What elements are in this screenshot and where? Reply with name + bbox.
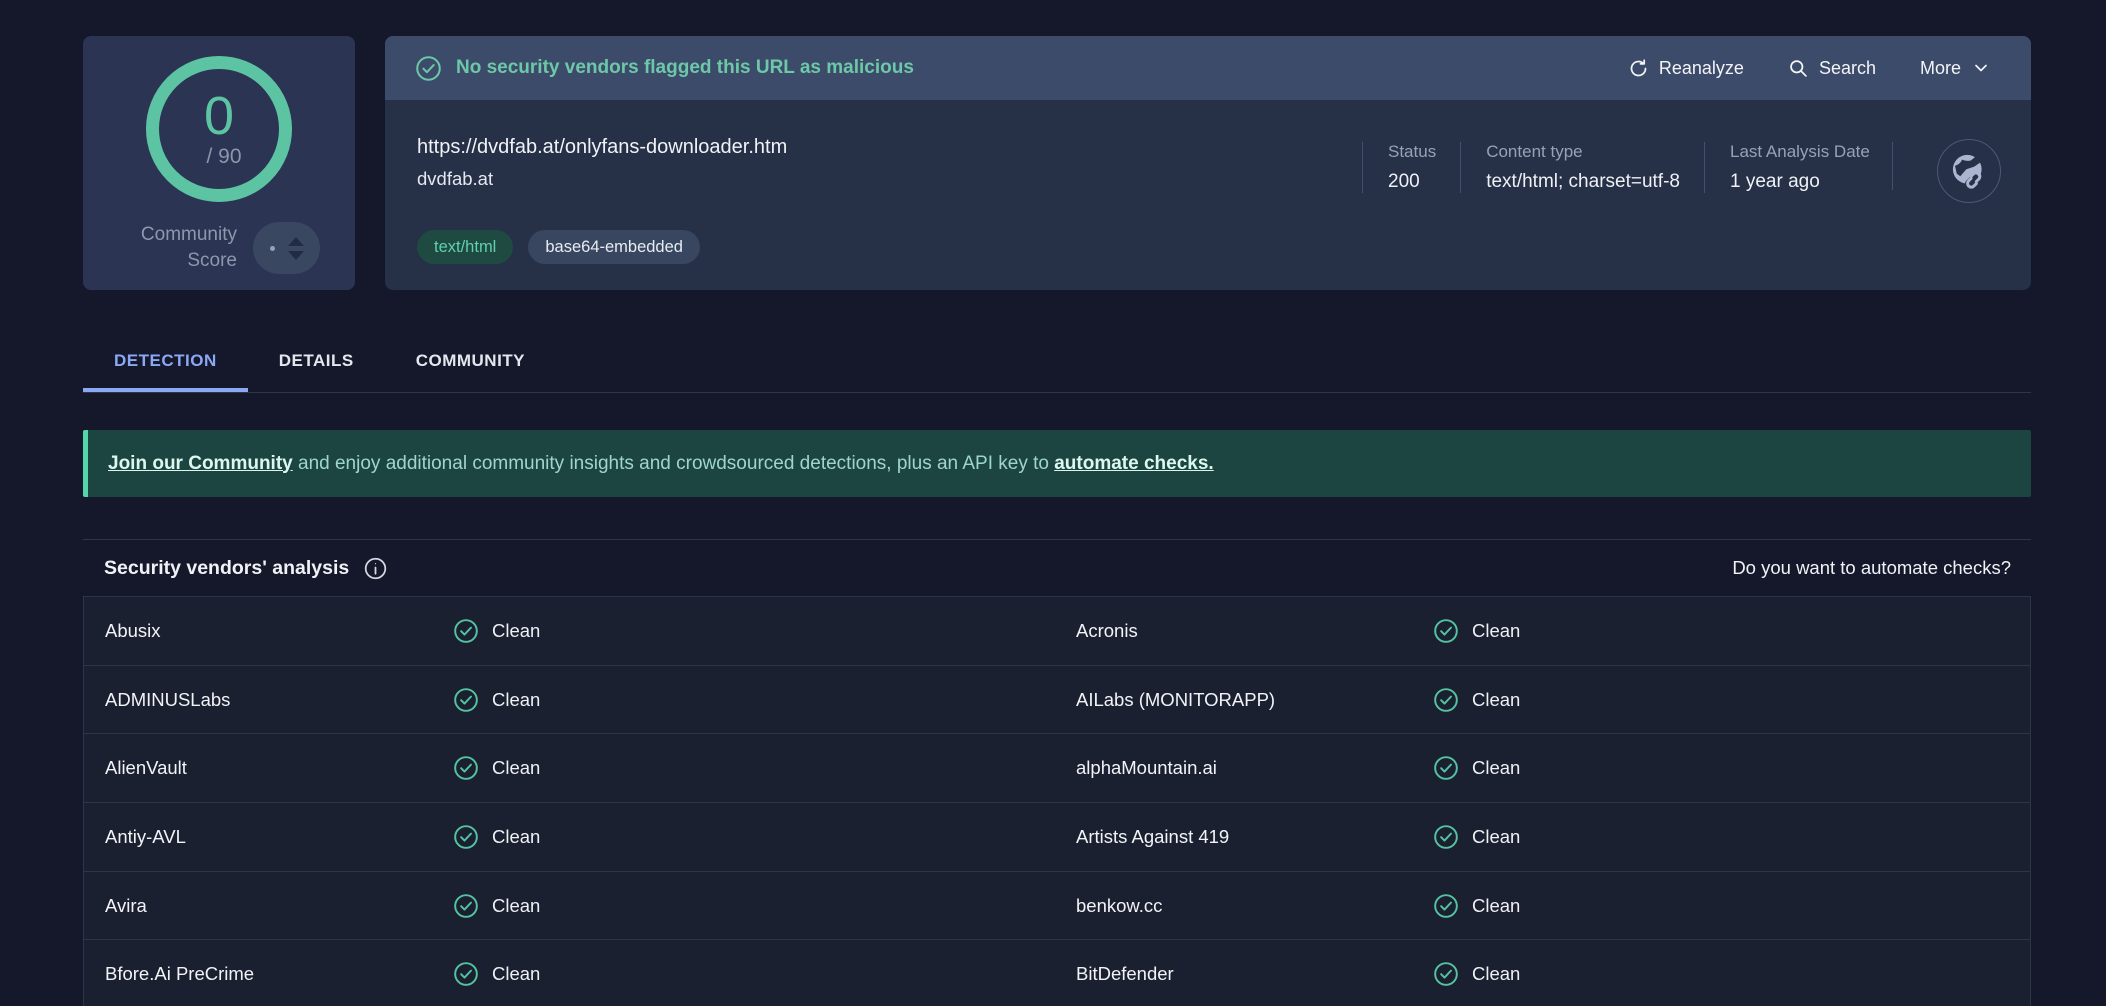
community-score-label: Community Score <box>141 222 237 273</box>
vendor-verdict: Clean <box>453 755 1076 781</box>
community-banner-text: and enjoy additional community insights … <box>293 453 1055 474</box>
table-row: Avira Clean benkow.cc Clean <box>84 872 2030 941</box>
table-row: ADMINUSLabs Clean AILabs (MONITORAPP) Cl… <box>84 666 2030 735</box>
vendor-verdict: Clean <box>1433 687 2030 713</box>
community-vote-widget[interactable] <box>253 222 320 274</box>
vendor-verdict: Clean <box>1433 961 2030 987</box>
clean-check-icon <box>1433 687 1459 713</box>
chevron-down-icon <box>1971 58 1991 78</box>
clean-check-icon <box>453 755 479 781</box>
clean-check-icon <box>1433 893 1459 919</box>
clean-check-icon <box>1433 824 1459 850</box>
vendor-name: AlienVault <box>105 757 453 779</box>
vendor-verdict: Clean <box>1433 824 2030 850</box>
vendor-name: alphaMountain.ai <box>1076 757 1433 779</box>
vendor-name: ADMINUSLabs <box>105 689 453 711</box>
vendors-table: Abusix Clean Acronis Clean ADMINUSLabs <box>83 596 2031 1006</box>
detections-count: 0 <box>204 89 234 143</box>
reload-icon <box>1628 58 1649 79</box>
vendor-name: Abusix <box>105 620 453 642</box>
search-icon <box>1788 58 1809 79</box>
tag-filetype[interactable]: text/html <box>417 230 513 264</box>
vendor-verdict: Clean <box>1433 893 2030 919</box>
clean-check-icon <box>1433 618 1459 644</box>
reanalyze-button[interactable]: Reanalyze <box>1628 58 1744 79</box>
vendor-name: Avira <box>105 895 453 917</box>
community-score-card: 0 / 90 Community Score <box>83 36 355 290</box>
clean-check-icon <box>453 824 479 850</box>
info-icon[interactable] <box>363 556 388 581</box>
globe-link-icon <box>1948 150 1990 192</box>
url-report-card: No security vendors flagged this URL as … <box>385 36 2031 290</box>
vendor-name: BitDefender <box>1076 963 1433 985</box>
join-community-banner: Join our Community and enjoy additional … <box>83 430 2031 497</box>
vote-dot-icon <box>270 246 275 251</box>
status-field: Status 200 <box>1362 142 1436 193</box>
vendor-name: Antiy-AVL <box>105 826 453 848</box>
content-type-field: Content type text/html; charset=utf-8 <box>1460 142 1680 193</box>
vendor-name: Artists Against 419 <box>1076 826 1433 848</box>
vendor-name: benkow.cc <box>1076 895 1433 917</box>
clean-check-icon <box>453 687 479 713</box>
http-info-block: Status 200 Content type text/html; chars… <box>1362 142 1893 193</box>
table-row: Antiy-AVL Clean Artists Against 419 Clea… <box>84 803 2030 872</box>
table-row: AlienVault Clean alphaMountain.ai Clean <box>84 734 2030 803</box>
automate-checks-link[interactable]: automate checks. <box>1054 453 1213 474</box>
vendor-name: AILabs (MONITORAPP) <box>1076 689 1433 711</box>
join-community-link[interactable]: Join our Community <box>108 453 293 474</box>
report-tabs: DETECTION DETAILS COMMUNITY <box>83 333 2031 393</box>
vendor-name: Acronis <box>1076 620 1433 642</box>
tag-base64-embedded[interactable]: base64-embedded <box>528 230 700 264</box>
verdict-banner: No security vendors flagged this URL as … <box>385 36 2031 100</box>
tab-details[interactable]: DETAILS <box>248 333 385 392</box>
clean-check-icon <box>453 618 479 644</box>
analysis-header: Security vendors' analysis Do you want t… <box>83 540 2031 596</box>
more-menu-button[interactable]: More <box>1920 58 1991 79</box>
table-row: Abusix Clean Acronis Clean <box>84 597 2030 666</box>
clean-check-icon <box>453 893 479 919</box>
clean-check-icon <box>1433 755 1459 781</box>
search-button[interactable]: Search <box>1788 58 1876 79</box>
detections-total: / 90 <box>206 145 241 169</box>
table-row: Bfore.Ai PreCrime Clean BitDefender Clea… <box>84 940 2030 1006</box>
vendor-verdict: Clean <box>453 893 1076 919</box>
vote-down-icon[interactable] <box>288 251 304 260</box>
vendor-verdict: Clean <box>453 824 1076 850</box>
clean-check-icon <box>1433 961 1459 987</box>
vendor-verdict: Clean <box>1433 755 2030 781</box>
last-analysis-date-field: Last Analysis Date 1 year ago <box>1704 142 1870 193</box>
vendor-name: Bfore.Ai PreCrime <box>105 963 453 985</box>
vendor-verdict: Clean <box>453 618 1076 644</box>
detection-score-ring: 0 / 90 <box>146 56 292 202</box>
automate-checks-question[interactable]: Do you want to automate checks? <box>1732 557 2011 579</box>
verdict-text: No security vendors flagged this URL as … <box>456 57 914 79</box>
vendor-verdict: Clean <box>453 961 1076 987</box>
check-circle-icon <box>415 55 442 82</box>
url-globe-link-button[interactable] <box>1937 139 2001 203</box>
tab-detection[interactable]: DETECTION <box>83 333 248 392</box>
vote-up-icon[interactable] <box>288 237 304 246</box>
analysis-title: Security vendors' analysis <box>104 557 349 580</box>
vendor-verdict: Clean <box>453 687 1076 713</box>
tab-community[interactable]: COMMUNITY <box>385 333 556 392</box>
divider <box>1892 142 1893 190</box>
vendor-verdict: Clean <box>1433 618 2030 644</box>
clean-check-icon <box>453 961 479 987</box>
